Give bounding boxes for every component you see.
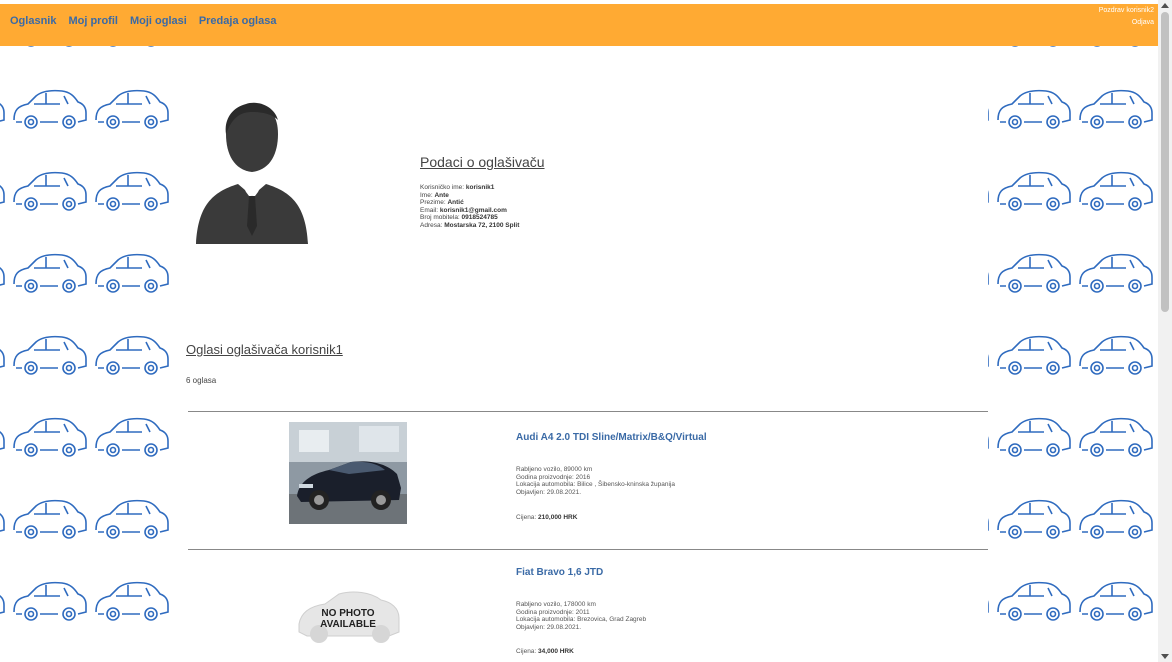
ad-detail-condition: Rabljeno vozilo, 89000 km: [516, 466, 593, 473]
nav-link-predaja-oglasa[interactable]: Predaja oglasa: [199, 15, 277, 27]
scroll-up-arrow-icon[interactable]: [1161, 3, 1169, 8]
ad-detail-location: Lokacija automobila: Bilice , Šibensko-k…: [516, 481, 675, 488]
user-area: Pozdrav korisnik2 Odjava: [1099, 5, 1154, 29]
ads-count: 6 oglasa: [186, 376, 217, 385]
no-photo-image[interactable]: NO PHOTO AVAILABLE: [289, 572, 407, 652]
profile-row-first-name: Ime: Ante: [420, 191, 449, 199]
navbar: Oglasnik Moj profil Moji oglasi Predaja …: [0, 4, 1158, 46]
ad-details: Rabljeno vozilo, 178000 km Godina proizv…: [516, 601, 646, 631]
scroll-thumb[interactable]: [1161, 12, 1169, 312]
ad-detail-published: Objavljen: 29.08.2021.: [516, 488, 582, 496]
ad-item[interactable]: Audi A4 2.0 TDI Sline/Matrix/B&Q/Virtual…: [188, 412, 988, 548]
profile-row-phone: Broj mobitela: 0918524785: [420, 214, 498, 221]
car-photo[interactable]: [289, 422, 407, 524]
svg-text:AVAILABLE: AVAILABLE: [320, 619, 376, 630]
ad-detail-published: Objavljen: 29.08.2021.: [516, 623, 582, 631]
profile-row-email: Email: korisnik1@gmail.com: [420, 206, 507, 214]
logout-link[interactable]: Odjava: [1099, 17, 1154, 29]
profile-row-address: Adresa: Mostarska 72, 2100 Split: [420, 221, 520, 229]
nav-links: Oglasnik Moj profil Moji oglasi Predaja …: [10, 15, 276, 27]
ad-detail-year: Godina proizvodnje: 2011: [516, 608, 590, 616]
profile-title: Podaci o oglašivaču: [420, 154, 545, 170]
scrollbar[interactable]: [1158, 0, 1172, 662]
ad-detail-location: Lokacija automobila: Brezovica, Grad Zag…: [516, 616, 647, 623]
ad-price: Cijena: 34,000 HRK: [516, 648, 574, 655]
nav-link-moj-profil[interactable]: Moj profil: [68, 15, 118, 27]
ad-detail-year: Godina proizvodnje: 2016: [516, 473, 591, 481]
ad-detail-condition: Rabljeno vozilo, 178000 km: [516, 601, 596, 608]
nav-link-oglasnik[interactable]: Oglasnik: [10, 15, 56, 27]
ad-item[interactable]: NO PHOTO AVAILABLE Fiat Bravo 1,6 JTD Ra…: [188, 550, 988, 662]
ad-details: Rabljeno vozilo, 89000 km Godina proizvo…: [516, 466, 675, 496]
scroll-down-arrow-icon[interactable]: [1161, 654, 1169, 659]
ad-title-link[interactable]: Audi A4 2.0 TDI Sline/Matrix/B&Q/Virtual: [516, 432, 707, 443]
profile-info: Podaci o oglašivaču Korisničko ime: kori…: [420, 154, 545, 229]
ad-price: Cijena: 210,000 HRK: [516, 514, 578, 521]
profile-row-username: Korisničko ime: korisnik1: [420, 184, 495, 191]
nav-link-moji-oglasi[interactable]: Moji oglasi: [130, 15, 187, 27]
svg-text:NO PHOTO: NO PHOTO: [321, 608, 374, 619]
ads-section-title: Oglasi oglašivača korisnik1: [186, 342, 343, 357]
avatar-icon: [196, 102, 308, 244]
profile-row-last-name: Prezime: Antić: [420, 199, 464, 206]
greeting-text: Pozdrav korisnik2: [1098, 7, 1154, 14]
ad-title-link[interactable]: Fiat Bravo 1,6 JTD: [516, 567, 603, 578]
main-content: Podaci o oglašivaču Korisničko ime: kori…: [172, 46, 988, 662]
